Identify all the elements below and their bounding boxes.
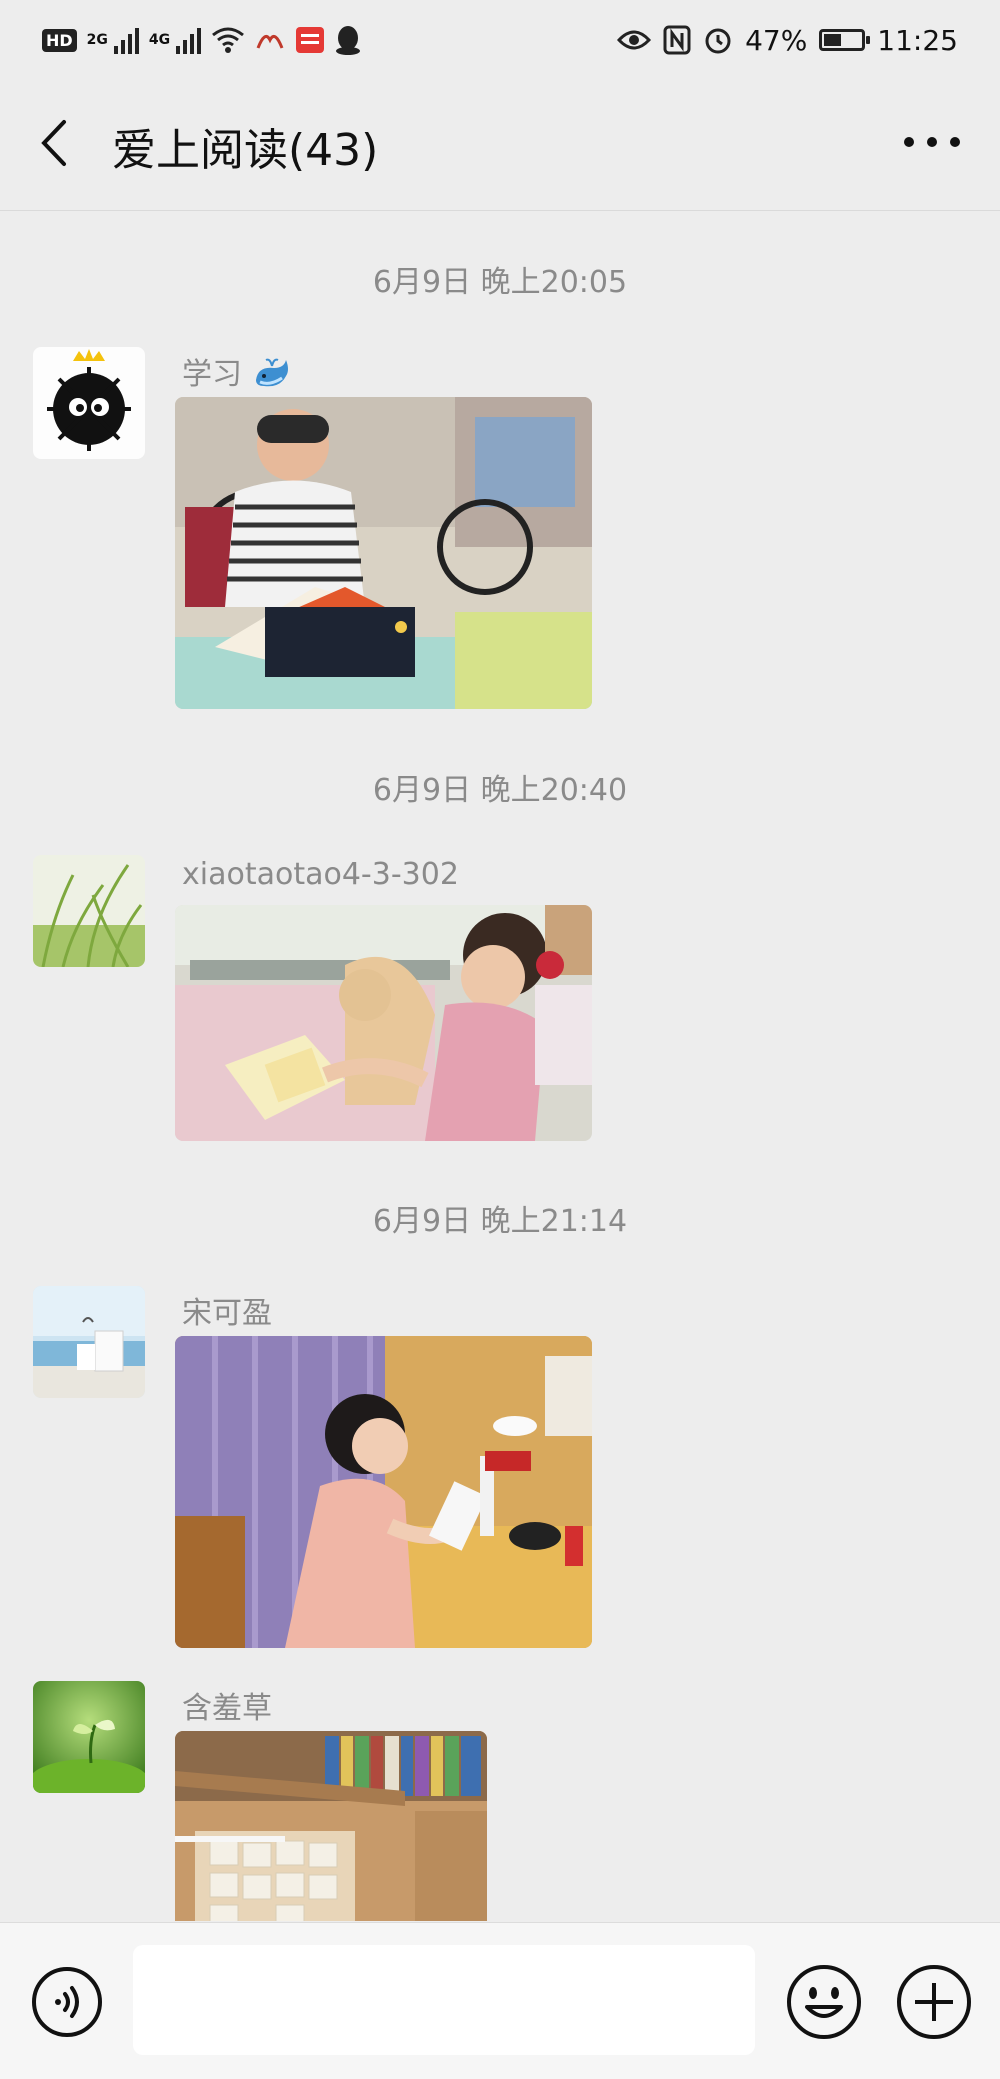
sender-avatar[interactable] <box>33 1681 145 1793</box>
status-right: 47% 11:25 <box>617 18 958 62</box>
photo-message[interactable] <box>175 397 592 709</box>
chat-title: 爱上阅读(43) <box>112 125 379 176</box>
signal-icon <box>176 26 202 54</box>
alarm-icon <box>705 28 731 54</box>
sender-avatar[interactable] <box>33 855 145 967</box>
sender-name-text: 学习 <box>182 357 242 392</box>
sender-name[interactable]: 宋可盈 <box>182 1288 272 1332</box>
emoji-icon[interactable] <box>785 1963 863 2041</box>
photo-message[interactable] <box>175 1336 592 1648</box>
photo-message[interactable] <box>175 1731 487 1921</box>
more-options-icon[interactable] <box>904 130 960 154</box>
clock: 11:25 <box>877 23 958 57</box>
study-app-icon <box>256 34 284 49</box>
sender-avatar[interactable] <box>33 347 145 459</box>
photo-message[interactable] <box>175 905 592 1141</box>
sender-name[interactable]: xiaotaotao4-3-302 <box>182 857 459 892</box>
signal-icon <box>113 26 139 54</box>
chat-header: 爱上阅读(43) <box>0 80 1000 211</box>
battery-percent: 47% <box>745 23 808 57</box>
news-app-icon <box>296 27 325 53</box>
status-bar: HD 2G 4G 47% 11:25 <box>0 0 1000 80</box>
network-4g-label: 4G <box>148 32 171 48</box>
network-2g-label: 2G <box>86 32 108 48</box>
status-left: HD 2G 4G <box>42 20 361 60</box>
whale-emoji-icon <box>255 358 288 387</box>
battery-fill <box>824 34 842 46</box>
qq-icon <box>336 26 361 55</box>
hd-badge: HD <box>42 28 77 52</box>
input-bar <box>0 1922 1000 2079</box>
sender-avatar[interactable] <box>33 1286 145 1398</box>
battery-icon <box>819 29 871 51</box>
timestamp: 6月9日 晚上20:40 <box>372 773 628 808</box>
wifi-icon <box>212 27 245 53</box>
sender-name[interactable]: 学习 <box>182 349 292 393</box>
back-arrow-icon[interactable] <box>34 118 74 168</box>
message-input[interactable] <box>133 1945 755 2055</box>
timestamp: 6月9日 晚上20:05 <box>372 265 628 300</box>
voice-input-icon[interactable] <box>30 1965 104 2039</box>
chat-messages[interactable]: 6月9日 晚上20:05 学习 6月9日 晚上20:40 xiaotaotao4… <box>0 211 1000 1921</box>
sender-name[interactable]: 含羞草 <box>182 1683 272 1727</box>
eye-comfort-icon <box>617 30 652 50</box>
timestamp: 6月9日 晚上21:14 <box>372 1204 628 1239</box>
add-more-icon[interactable] <box>895 1963 973 2041</box>
nfc-icon <box>663 25 691 55</box>
